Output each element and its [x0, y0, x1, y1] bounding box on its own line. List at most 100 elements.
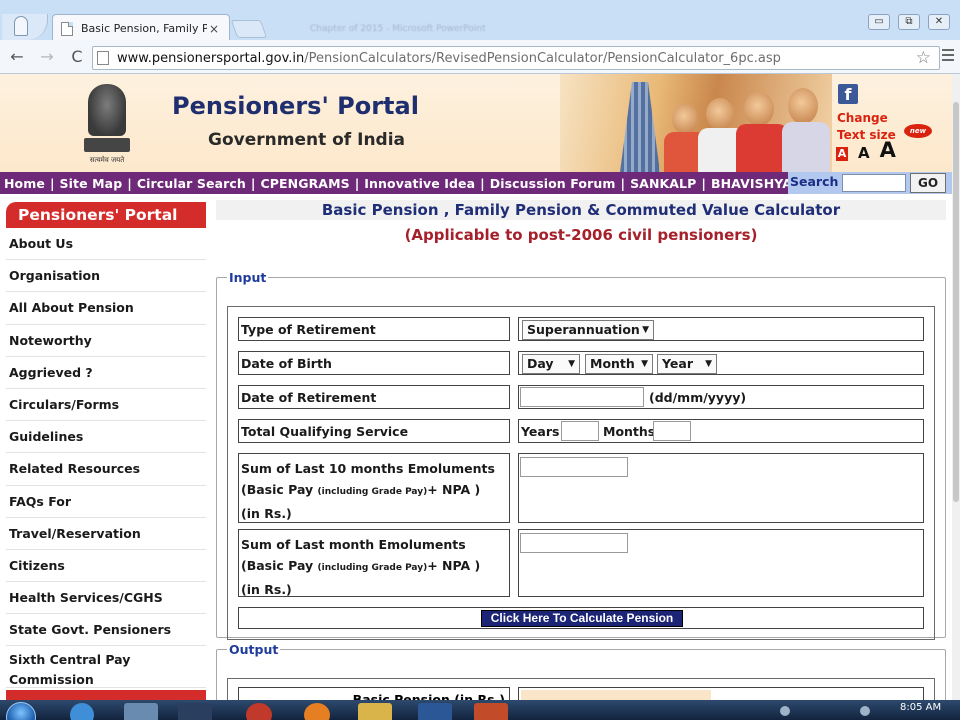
text-size-controls: A A A: [836, 140, 896, 161]
emol10-line2-b: + NPA ): [427, 482, 481, 497]
new-tab-button[interactable]: [230, 20, 268, 38]
minimize-button[interactable]: ▭: [868, 14, 890, 30]
close-window-button[interactable]: ✕: [928, 14, 950, 30]
cell-type-of-retirement: Superannuation ▼: [518, 317, 924, 341]
file-explorer-icon[interactable]: [124, 703, 158, 720]
page-favicon-icon: [61, 21, 73, 36]
retirement-date-input[interactable]: [520, 387, 644, 407]
nav-separator: |: [127, 175, 132, 191]
nav-innovative-idea[interactable]: Innovative Idea: [364, 176, 475, 191]
calculate-row: Click Here To Calculate Pension: [238, 607, 924, 629]
tray-volume-icon[interactable]: [860, 706, 870, 716]
go-button[interactable]: GO: [910, 173, 946, 193]
chevron-down-icon: ▼: [642, 325, 649, 335]
service-months-input[interactable]: [653, 421, 691, 441]
dob-year-select[interactable]: Year ▼: [657, 354, 717, 374]
sidebar-footer-bar: [6, 690, 206, 700]
forward-button[interactable]: →: [34, 45, 60, 69]
nav-discussion-forum[interactable]: Discussion Forum: [490, 176, 616, 191]
row-total-qualifying-service: Total Qualifying Service Years Months: [238, 419, 924, 443]
sidebar-item-related-resources[interactable]: Related Resources: [6, 453, 206, 486]
bookmark-star-icon[interactable]: ☆: [916, 47, 931, 69]
dob-day-select[interactable]: Day ▼: [522, 354, 580, 374]
firefox-icon[interactable]: [304, 703, 330, 720]
chrome-icon[interactable]: [246, 703, 272, 720]
cell-emoluments-10-months: [518, 453, 924, 523]
emol1-line1: Sum of Last month Emoluments: [241, 537, 466, 552]
word-icon[interactable]: [418, 703, 452, 720]
sidebar: Pensioners' Portal About Us Organisation…: [0, 194, 212, 700]
nav-bhavishya[interactable]: BHAVISHYA: [711, 176, 792, 191]
reload-button[interactable]: C: [64, 45, 90, 69]
service-years-input[interactable]: [561, 421, 599, 441]
browser-tab-active[interactable]: Basic Pension, Family Pen ×: [52, 14, 230, 42]
address-bar[interactable]: www.pensionersportal.gov.in /PensionCalc…: [92, 46, 940, 70]
sidebar-item-travel-reservation[interactable]: Travel/Reservation: [6, 518, 206, 550]
retirement-type-select[interactable]: Superannuation ▼: [522, 320, 654, 340]
nav-separator: |: [250, 175, 256, 191]
months-label: Months: [603, 424, 656, 439]
search-input[interactable]: [842, 174, 906, 192]
calculate-pension-button[interactable]: Click Here To Calculate Pension: [481, 610, 683, 627]
cell-emoluments-last-month: [518, 529, 924, 597]
page-title: Basic Pension , Family Pension & Commute…: [216, 200, 946, 220]
internet-explorer-icon[interactable]: [70, 703, 94, 720]
nav-circular-search[interactable]: Circular Search: [137, 176, 246, 191]
facebook-icon[interactable]: f: [838, 84, 858, 104]
sidebar-item-organisation[interactable]: Organisation: [6, 260, 206, 293]
emoluments-10-months-input[interactable]: [520, 457, 628, 477]
text-size-small-button[interactable]: A: [836, 147, 848, 161]
scrollbar-thumb[interactable]: [953, 102, 959, 502]
sidebar-item-health-services-cghs[interactable]: Health Services/CGHS: [6, 582, 206, 615]
label-date-of-birth: Date of Birth: [238, 351, 510, 375]
sidebar-header: Pensioners' Portal: [6, 202, 206, 228]
back-button[interactable]: ←: [4, 45, 30, 69]
profile-icon[interactable]: [2, 14, 48, 40]
change-text-line1: Change: [837, 111, 888, 125]
taskbar-clock: 8:05 AM: [900, 702, 942, 713]
label-emoluments-last-month: Sum of Last month Emoluments (Basic Pay …: [238, 529, 510, 597]
powerpoint-icon[interactable]: [474, 703, 508, 720]
dob-month-select[interactable]: Month ▼: [585, 354, 653, 374]
nav-separator: |: [49, 175, 55, 191]
input-fieldset: Input Type of Retirement Superannuation …: [216, 270, 946, 640]
nav-cpengrams[interactable]: CPENGRAMS: [260, 176, 349, 191]
media-player-icon[interactable]: [178, 703, 212, 720]
portal-subtitle: Government of India: [208, 130, 406, 150]
text-size-medium-button[interactable]: A: [858, 145, 870, 161]
url-path: /PensionCalculators/RevisedPensionCalcul…: [304, 50, 781, 66]
sidebar-item-sixth-cpc-line1: Sixth Central Pay: [9, 652, 131, 668]
sidebar-item-all-about-pension[interactable]: All About Pension: [6, 292, 206, 325]
nav-home[interactable]: Home: [4, 176, 45, 191]
sidebar-item-about-us[interactable]: About Us: [6, 228, 206, 261]
tab-close-icon[interactable]: ×: [207, 22, 221, 36]
sidebar-item-faqs[interactable]: FAQs For: [6, 486, 206, 518]
start-button[interactable]: [6, 702, 36, 720]
label-emoluments-10-months: Sum of Last 10 months Emoluments (Basic …: [238, 453, 510, 523]
sidebar-item-aggrieved[interactable]: Aggrieved ?: [6, 357, 206, 389]
chevron-down-icon: ▼: [705, 359, 712, 369]
sidebar-item-circulars-forms[interactable]: Circulars/Forms: [6, 389, 206, 422]
text-size-large-button[interactable]: A: [880, 140, 896, 161]
folder-icon[interactable]: [358, 703, 392, 720]
site-header: सत्यमेव जयते Pensioners' Portal Governme…: [0, 74, 960, 172]
restore-button[interactable]: ⧉: [898, 14, 920, 30]
page-scrollbar[interactable]: [952, 74, 960, 700]
emol10-line2-a: (Basic Pay: [241, 482, 318, 497]
sidebar-item-sixth-cpc[interactable]: Sixth Central Pay Commission: [6, 646, 206, 689]
sidebar-item-guidelines[interactable]: Guidelines: [6, 421, 206, 454]
page-subtitle: (Applicable to post-2006 civil pensioner…: [404, 226, 758, 244]
sidebar-item-noteworthy[interactable]: Noteworthy: [6, 325, 206, 357]
emol10-line2-small: (including Grade Pay): [317, 487, 428, 497]
sidebar-item-state-govt-pensioners[interactable]: State Govt. Pensioners: [6, 614, 206, 647]
sidebar-item-citizens[interactable]: Citizens: [6, 550, 206, 583]
row-date-of-birth: Date of Birth Day ▼ Month ▼ Year ▼: [238, 351, 924, 375]
label-total-qualifying-service: Total Qualifying Service: [238, 419, 510, 443]
nav-site-map[interactable]: Site Map: [60, 176, 123, 191]
tray-network-icon[interactable]: [780, 706, 790, 716]
browser-menu-icon[interactable]: [942, 49, 954, 64]
page-info-icon[interactable]: [97, 51, 109, 65]
nav-sankalp[interactable]: SANKALP: [630, 176, 696, 191]
portal-title: Pensioners' Portal: [172, 92, 419, 120]
emoluments-last-month-input[interactable]: [520, 533, 628, 553]
